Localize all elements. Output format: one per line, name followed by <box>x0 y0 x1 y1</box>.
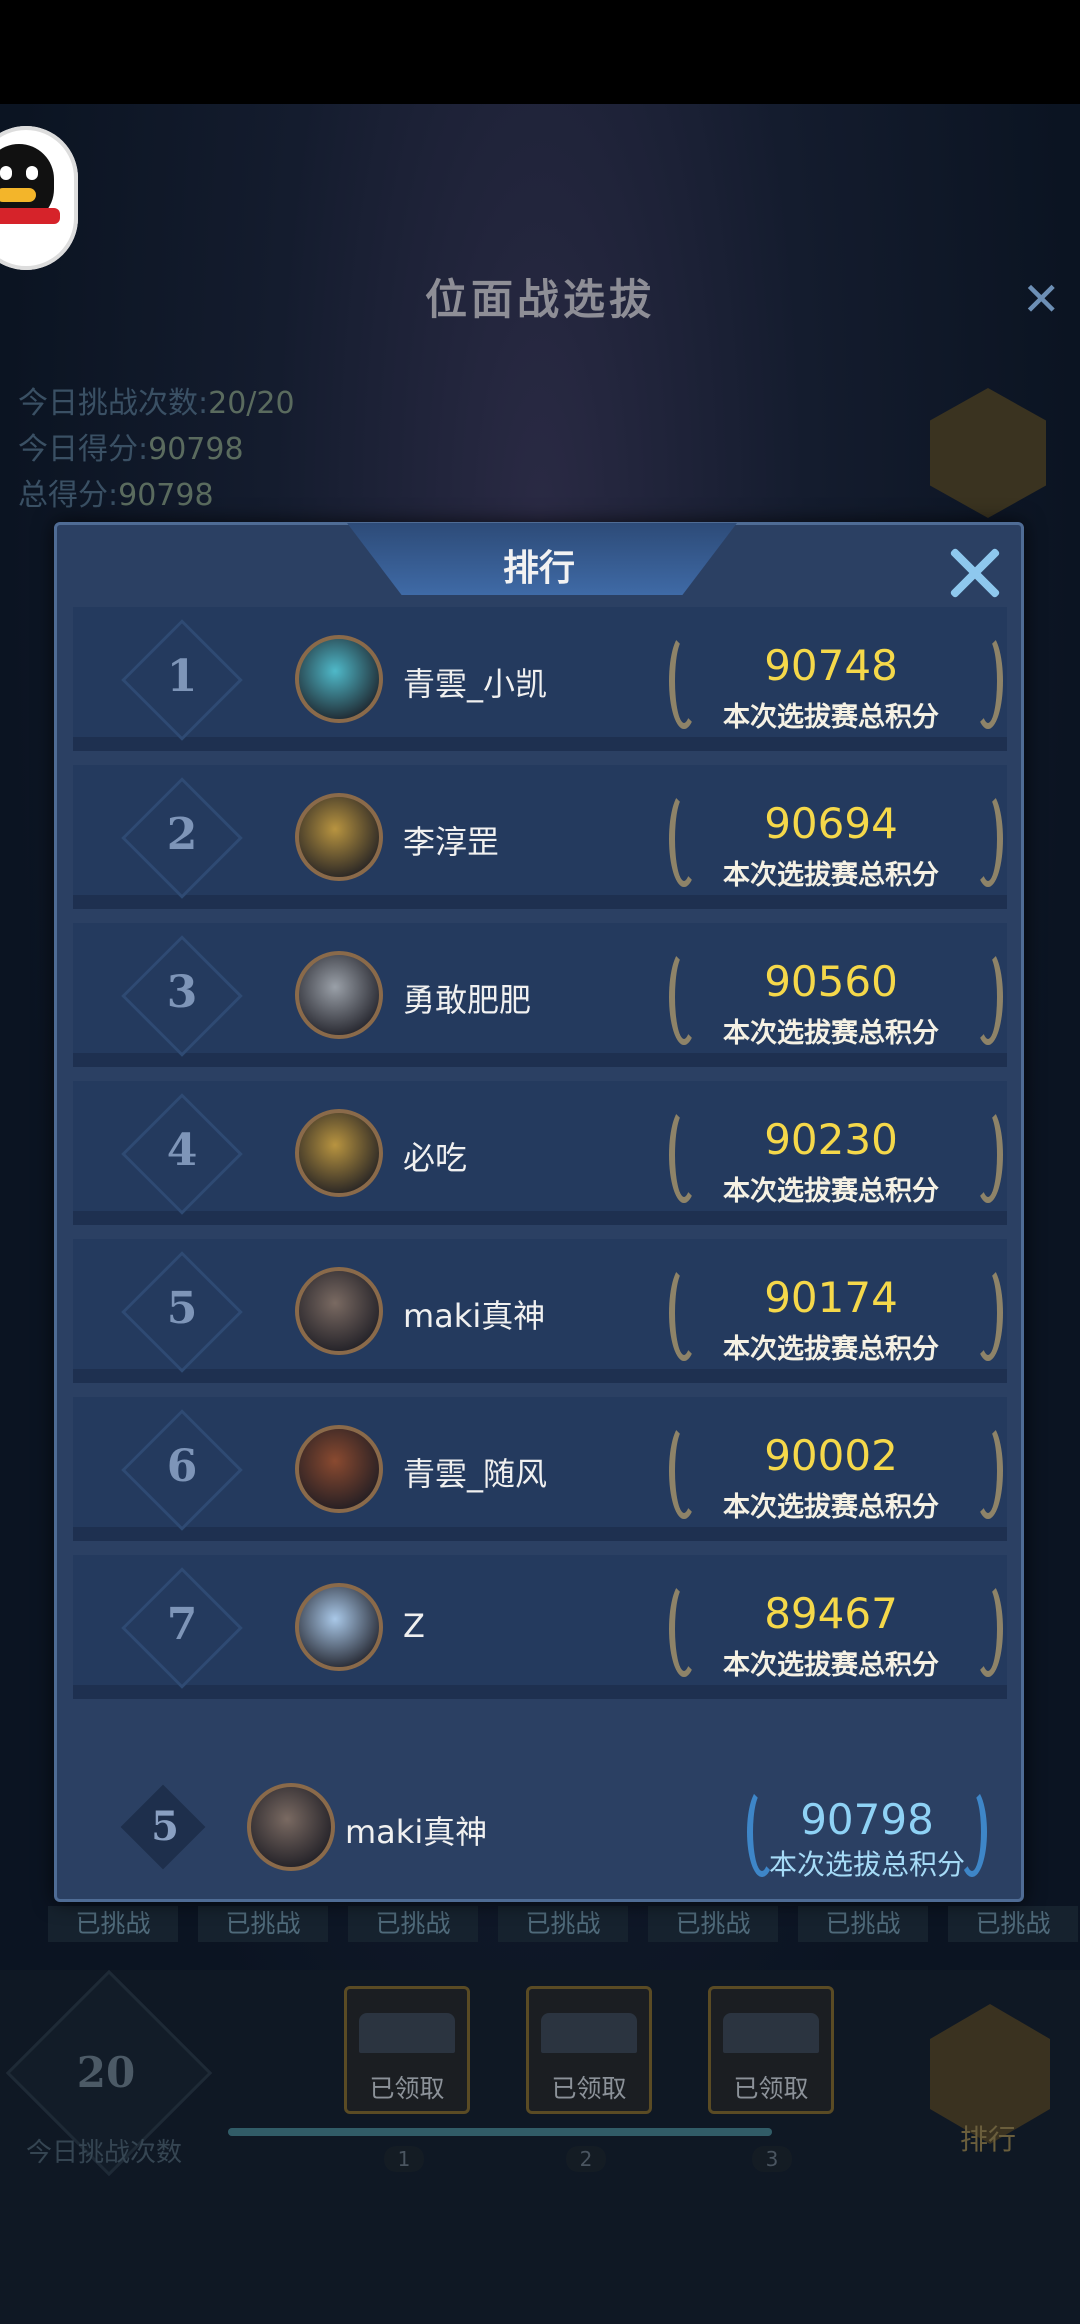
player-score: 90174 <box>764 1273 898 1322</box>
player-avatar[interactable] <box>295 951 383 1039</box>
laurel-icon <box>973 633 1003 729</box>
my-avatar[interactable] <box>247 1783 335 1871</box>
my-name: maki真神 <box>345 1813 488 1851</box>
challenged-label: 已挑战 <box>198 1906 328 1942</box>
challenged-row: 已挑战 已挑战 已挑战 已挑战 已挑战 已挑战 已挑战 <box>0 1906 1080 1946</box>
rank-number: 4 <box>166 1125 198 1176</box>
player-score: 90230 <box>764 1115 898 1164</box>
reward-chest[interactable]: 已领取 <box>708 1986 834 2114</box>
laurel-icon <box>973 1107 1003 1203</box>
ranking-row: 6 青雲_随风 90002 本次选拔赛总积分 <box>73 1397 1007 1541</box>
modal-title: 排行 <box>502 547 575 589</box>
ranking-row: 5 maki真神 90174 本次选拔赛总积分 <box>73 1239 1007 1383</box>
laurel-icon <box>973 1423 1003 1519</box>
score-label: 本次选拔赛总积分 <box>723 1176 939 1207</box>
score-label: 本次选拔赛总积分 <box>723 1018 939 1049</box>
score-label: 本次选拔赛总积分 <box>723 1334 939 1365</box>
rank-number: 6 <box>166 1441 198 1492</box>
ranking-list[interactable]: 1 青雲_小凯 90748 本次选拔赛总积分 2 李淳罡 90694 本次选拔赛… <box>73 607 1007 1737</box>
chest-status: 已领取 <box>551 2074 627 2103</box>
player-avatar[interactable] <box>295 635 383 723</box>
challenged-label: 已挑战 <box>348 1906 478 1942</box>
rank-button-label: 排行 <box>960 2123 1017 2156</box>
player-avatar[interactable] <box>295 1267 383 1355</box>
player-avatar[interactable] <box>295 793 383 881</box>
laurel-icon <box>973 949 1003 1045</box>
step-number: 3 <box>752 2146 792 2172</box>
score-label: 本次选拔赛总积分 <box>723 702 939 733</box>
close-icon[interactable]: ✕ <box>1022 272 1061 326</box>
reward-progress-bar <box>228 2128 772 2136</box>
my-rank-row: 5 maki真神 90798 本次选拔总积分 <box>57 1751 1021 1901</box>
challenged-label: 已挑战 <box>648 1906 778 1942</box>
ranking-row: 3 勇敢肥肥 90560 本次选拔赛总积分 <box>73 923 1007 1067</box>
player-score: 90560 <box>764 957 898 1006</box>
score-label: 本次选拔赛总积分 <box>723 1650 939 1681</box>
player-score: 90748 <box>764 641 898 690</box>
player-name: maki真神 <box>403 1297 546 1335</box>
ranking-row: 4 必吃 90230 本次选拔赛总积分 <box>73 1081 1007 1225</box>
page-title: 位面战选拔 <box>424 275 655 324</box>
player-score: 90002 <box>764 1431 898 1480</box>
challenged-label: 已挑战 <box>48 1906 178 1942</box>
rank-number: 1 <box>166 651 198 702</box>
player-score: 89467 <box>764 1589 898 1638</box>
chest-icon <box>359 2013 455 2053</box>
today-challenge-count: 今日挑战次数:20/20 <box>18 386 295 421</box>
player-name: Z <box>403 1607 425 1645</box>
player-avatar[interactable] <box>295 1109 383 1197</box>
status-bar <box>0 0 1080 104</box>
player-name: 青雲_随风 <box>403 1455 548 1493</box>
laurel-icon <box>973 1581 1003 1677</box>
player-name: 必吃 <box>403 1139 468 1177</box>
reward-chest[interactable]: 已领取 <box>526 1986 652 2114</box>
player-score: 90694 <box>764 799 898 848</box>
challenge-count-label: 今日挑战次数 <box>26 2138 183 2168</box>
chest-status: 已领取 <box>369 2074 445 2103</box>
ranking-row: 2 李淳罡 90694 本次选拔赛总积分 <box>73 765 1007 909</box>
qq-penguin-avatar-icon[interactable] <box>0 126 78 270</box>
challenged-label: 已挑战 <box>948 1906 1078 1942</box>
chest-icon <box>541 2013 637 2053</box>
player-name: 勇敢肥肥 <box>403 981 532 1019</box>
challenged-label: 已挑战 <box>498 1906 628 1942</box>
step-number: 2 <box>566 2146 606 2172</box>
chest-icon <box>723 2013 819 2053</box>
today-score: 今日得分:90798 <box>18 432 244 467</box>
rank-number: 5 <box>166 1283 198 1334</box>
laurel-icon <box>973 1265 1003 1361</box>
ranking-modal: 排行 1 青雲_小凯 90748 本次选拔赛总积分 2 李淳罡 90694 本次… <box>54 522 1024 1902</box>
my-score: 90798 <box>800 1795 934 1844</box>
laurel-icon <box>973 791 1003 887</box>
my-rank-number: 5 <box>151 1803 179 1850</box>
player-avatar[interactable] <box>295 1425 383 1513</box>
step-number: 1 <box>384 2146 424 2172</box>
my-score-label: 本次选拔总积分 <box>768 1848 965 1881</box>
total-score: 总得分:90798 <box>18 478 214 513</box>
challenged-label: 已挑战 <box>798 1906 928 1942</box>
player-name: 李淳罡 <box>403 823 500 861</box>
ranking-row: 1 青雲_小凯 90748 本次选拔赛总积分 <box>73 607 1007 751</box>
challenge-count-value: 20 <box>76 2048 136 2097</box>
close-icon[interactable] <box>947 545 1003 601</box>
rank-number: 3 <box>166 967 198 1018</box>
score-label: 本次选拔赛总积分 <box>723 1492 939 1523</box>
rank-number: 2 <box>166 809 198 860</box>
reward-chest[interactable]: 已领取 <box>344 1986 470 2114</box>
score-label: 本次选拔赛总积分 <box>723 860 939 891</box>
rank-number: 7 <box>166 1599 198 1650</box>
ranking-row: 7 Z 89467 本次选拔赛总积分 <box>73 1555 1007 1699</box>
chest-status: 已领取 <box>733 2074 809 2103</box>
player-avatar[interactable] <box>295 1583 383 1671</box>
player-name: 青雲_小凯 <box>403 665 548 703</box>
